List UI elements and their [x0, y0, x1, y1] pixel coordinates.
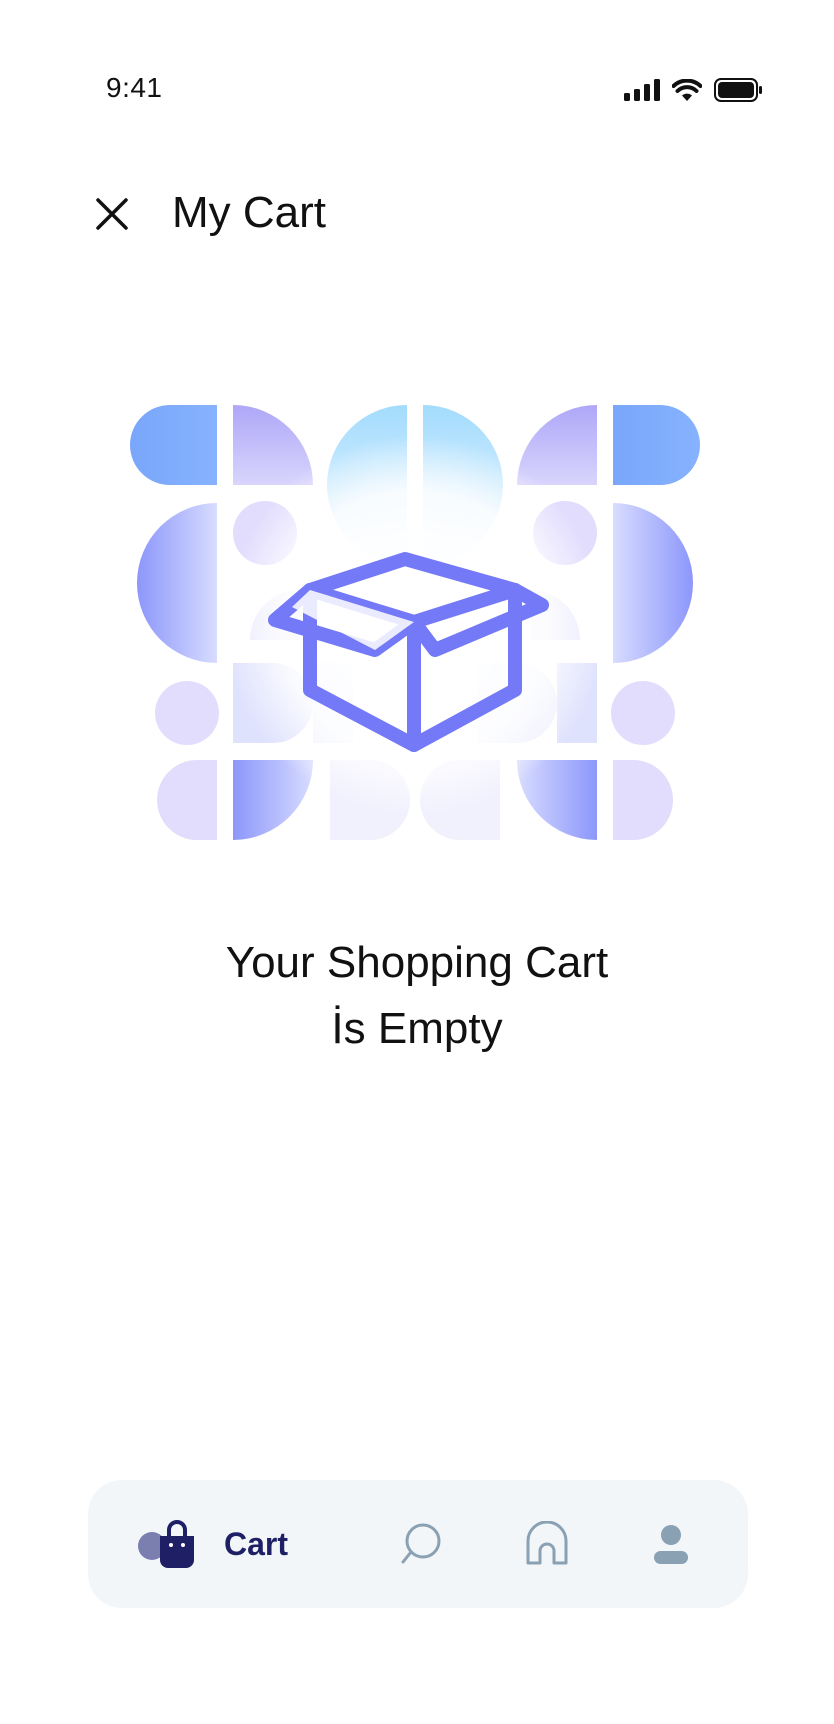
- status-bar: 9:41: [0, 0, 834, 140]
- nav-item-home[interactable]: [524, 1480, 570, 1608]
- empty-cart-message-line1: Your Shopping Cart: [225, 938, 609, 987]
- signal-icon: [624, 79, 660, 101]
- shopping-bag-icon: [138, 1520, 194, 1568]
- empty-cart-message-line2: İs Empty: [331, 1004, 503, 1053]
- close-icon: [96, 198, 128, 230]
- empty-cart-message: Your Shopping Cart İs Empty: [0, 930, 834, 1062]
- bottom-nav: Cart: [88, 1480, 748, 1608]
- nav-item-chat[interactable]: [398, 1480, 444, 1608]
- profile-icon: [654, 1525, 688, 1564]
- chat-icon: [401, 1523, 441, 1564]
- close-button[interactable]: [88, 190, 136, 238]
- open-box-icon: [130, 405, 700, 840]
- status-icons: [624, 78, 764, 102]
- home-icon: [526, 1521, 568, 1565]
- nav-item-profile[interactable]: [652, 1480, 690, 1608]
- nav-item-cart-label: Cart: [224, 1525, 289, 1562]
- nav-item-cart[interactable]: Cart: [136, 1480, 288, 1608]
- page-title: My Cart: [172, 188, 326, 237]
- status-time: 9:41: [106, 72, 163, 103]
- empty-cart-illustration: [130, 395, 700, 845]
- wifi-icon: [672, 79, 702, 101]
- header: My Cart: [0, 180, 834, 250]
- battery-icon: [714, 78, 762, 102]
